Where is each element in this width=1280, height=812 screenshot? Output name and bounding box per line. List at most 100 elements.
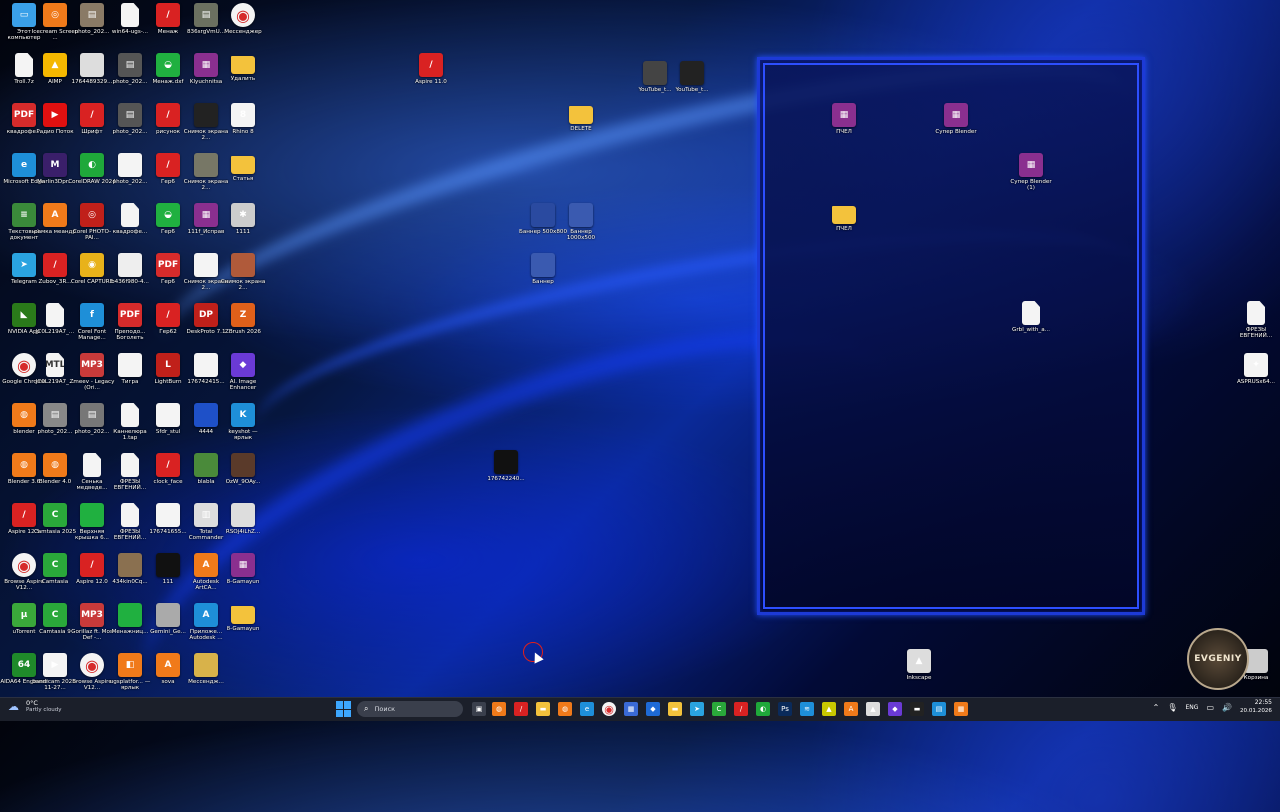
taskbar-app-folder-icon[interactable]: ▬ — [668, 702, 682, 716]
taskbar-app-aspire-icon[interactable]: / — [514, 702, 528, 716]
desktop-icon[interactable]: Снимок экрана 2... — [219, 250, 267, 299]
desktop-icon-label: AI. Image Enhancer — [229, 379, 257, 392]
desktop-icon[interactable]: ✱ 1111 — [219, 200, 267, 249]
radio-play-icon: ▶ — [43, 103, 67, 127]
file-icon — [121, 503, 139, 527]
icecream-screen-icon: ◎ — [43, 3, 67, 27]
image-icon — [156, 553, 180, 577]
desktop-icon[interactable]: Баннер 1000x500 — [557, 200, 605, 249]
dxf-file-icon — [80, 503, 104, 527]
taskbar-app-blender-icon[interactable]: ◍ — [492, 702, 506, 716]
desktop-icon[interactable]: ▦ Супер Blender — [932, 100, 980, 149]
taskbar-app-blender-icon[interactable]: ◍ — [558, 702, 572, 716]
image-icon — [231, 503, 255, 527]
taskbar-app-task-view-icon[interactable]: ▣ — [472, 702, 486, 716]
desktop-icon-label: ZBrush 2026 — [225, 329, 261, 335]
taskbar-app-camtasia-icon[interactable]: C — [712, 702, 726, 716]
network-icon[interactable]: ▭ — [1206, 703, 1214, 712]
folder-icon — [832, 206, 856, 224]
desktop-icon[interactable]: Grbl_with_a... — [1007, 298, 1055, 347]
start-button[interactable] — [336, 701, 352, 717]
zbrush-icon: Z — [231, 303, 255, 327]
taskbar-app-terminal-icon[interactable]: ▬ — [910, 702, 924, 716]
aimp-icon: ▲ — [43, 53, 67, 77]
taskbar-search-box[interactable]: ⌕ Поиск — [357, 701, 463, 717]
image-icon — [118, 353, 142, 377]
taskbar-app-outlook-icon[interactable]: ◆ — [646, 702, 660, 716]
desktop-icon[interactable]: ПЧЕЛ — [820, 200, 868, 249]
desktop-icon[interactable]: Баннер — [519, 250, 567, 299]
image-icon — [156, 503, 180, 527]
winrar-icon: ▦ — [194, 53, 218, 77]
desktop-icon[interactable]: ◆ AI. Image Enhancer — [219, 350, 267, 399]
mp3-icon: MP3 — [80, 353, 104, 377]
weather-widget[interactable]: ☁ 0°C Partly cloudy — [8, 699, 62, 714]
desktop-icon[interactable]: Мессендж... — [182, 650, 230, 699]
desktop-icon[interactable]: ✦ ASPRUSx64... — [1232, 350, 1280, 399]
tray-overflow-chevron-icon[interactable]: ⌃ — [1153, 703, 1160, 712]
screenshot-icon — [194, 153, 218, 177]
taskbar-app-photos-icon[interactable]: ▤ — [932, 702, 946, 716]
file-icon — [83, 453, 101, 477]
image-icon — [118, 253, 142, 277]
taskbar-app-telegram-icon[interactable]: ➤ — [690, 702, 704, 716]
taskbar-app-photoshop-icon[interactable]: Ps — [778, 702, 792, 716]
desktop-icon-label: RSOj4iLhZ... — [225, 529, 261, 535]
blender-icon: ◍ — [43, 453, 67, 477]
desktop-icon[interactable]: Kkeyshot — ярлык — [219, 400, 267, 449]
desktop-icon-label: Inkscape — [906, 675, 932, 681]
keyshot-icon: K — [231, 403, 255, 427]
desktop-icon[interactable]: ▦ ПЧЕЛ — [820, 100, 868, 149]
taskbar: ☁ 0°C Partly cloudy ⌕ Поиск ▣ ◍ / ▬ ◍ e ◉ ▦ ◆ ▬ ➤ C… — [0, 697, 1280, 721]
taskbar-app-store-icon[interactable]: ▦ — [624, 702, 638, 716]
screenshot-icon — [194, 103, 218, 127]
desktop-icon[interactable]: YouTube_t... — [668, 58, 716, 107]
taskbar-app-artcam-icon[interactable]: A — [844, 702, 858, 716]
desktop-icon[interactable]: / Aspire 11.0 — [407, 50, 455, 99]
taskbar-app-aspire-icon[interactable]: / — [734, 702, 748, 716]
desktop-icon[interactable]: ▲ Inkscape — [895, 646, 943, 695]
taskbar-app-triangle-app-icon[interactable]: ▲ — [822, 702, 836, 716]
desktop-icon[interactable]: ▦ 8-Gamayun — [219, 550, 267, 599]
pdf-icon: PDF — [118, 303, 142, 327]
screenshot-icon — [194, 253, 218, 277]
taskbar-app-inkscape-icon[interactable]: ▲ — [866, 702, 880, 716]
desktop-icon[interactable]: OzW_9OAy... — [219, 450, 267, 499]
microphone-icon[interactable]: 🎙 — [1167, 703, 1177, 712]
taskbar-app-edge-icon[interactable]: e — [580, 702, 594, 716]
image-icon — [680, 61, 704, 85]
taskbar-app-file-explorer-icon[interactable]: ▬ — [536, 702, 550, 716]
desktop-icon[interactable]: 8-Gamayun — [219, 600, 267, 649]
system-clock[interactable]: 22:55 20.01.2026 — [1240, 699, 1272, 715]
desktop-icon[interactable]: RSOj4iLhZ... — [219, 500, 267, 549]
desktop-icon[interactable]: ◉ Мессенджер — [219, 0, 267, 49]
volume-icon[interactable]: 🔊 — [1222, 703, 1232, 712]
camtasia-icon: C — [43, 503, 67, 527]
desktop-icon[interactable]: 176742240... — [482, 447, 530, 496]
photo-icon: ▤ — [118, 103, 142, 127]
image-icon — [569, 203, 593, 227]
desktop-icon[interactable]: 8 Rhino 8 — [219, 100, 267, 149]
desktop-icon[interactable]: Z ZBrush 2026 — [219, 300, 267, 349]
image-icon: ▤ — [194, 3, 218, 27]
taskbar-app-ai-image-enhancer-icon[interactable]: ◆ — [888, 702, 902, 716]
desktop-icon[interactable]: DELETE — [557, 100, 605, 149]
aspire-icon: / — [156, 153, 180, 177]
desktop-icon-label: ASPRUSx64... — [1236, 379, 1276, 385]
taskbar-app-coreldraw-icon[interactable]: ◐ — [756, 702, 770, 716]
desktop-icon[interactable]: Удалить — [219, 50, 267, 99]
taskbar-app-chrome-icon[interactable]: ◉ — [602, 702, 616, 716]
desktop-icon[interactable]: Статья — [219, 150, 267, 199]
language-indicator[interactable]: ENG — [1186, 704, 1199, 711]
winrar-icon: ▦ — [231, 553, 255, 577]
desktop-icon[interactable]: ФРЕЗЫ ЕВГЕНИЙ... — [1232, 298, 1280, 347]
taskbar-app-orange-app-icon[interactable]: ▦ — [954, 702, 968, 716]
video-file-icon: ▶ — [43, 653, 67, 677]
desktop-icon[interactable]: ▦ Супер Blender (1) — [1007, 150, 1055, 199]
desktop-icon-label: YouTube_t... — [675, 87, 709, 93]
desktop-icon-label: Rhino 8 — [232, 129, 254, 135]
artcam-icon: A — [43, 203, 67, 227]
taskbar-app-vectric-icon[interactable]: ≋ — [800, 702, 814, 716]
file-icon — [46, 303, 64, 327]
desktop-icon-label: Статья — [232, 176, 254, 182]
